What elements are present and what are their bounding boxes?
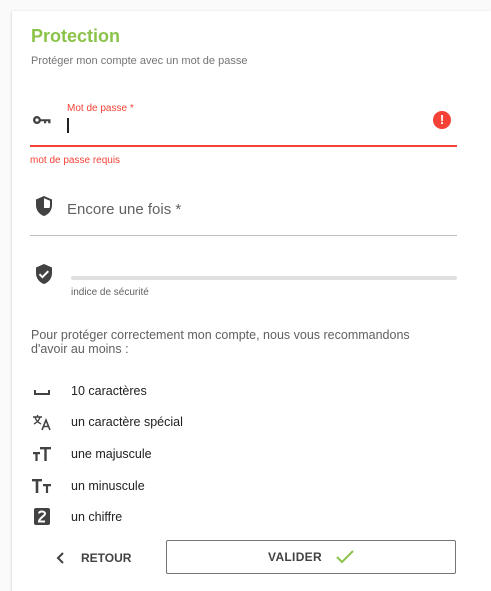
shield-icon [36,196,52,216]
text-cursor [67,118,69,133]
password-label: Mot de passe * [67,103,134,114]
space-bar-icon [34,390,50,395]
requirement-item: un chiffre [31,507,431,527]
requirement-text: un chiffre [71,510,123,524]
back-button[interactable]: RETOUR [54,546,144,570]
strength-meter [71,276,457,280]
password-input[interactable] [64,117,427,135]
requirement-item: une majuscule [31,444,431,464]
protection-card [12,11,491,591]
back-button-label: RETOUR [81,551,132,565]
error-icon: ! [433,111,451,129]
translate-icon [33,415,51,431]
recommendation-text: Pour protéger correctement mon compte, n… [31,328,410,356]
submit-button[interactable]: VALIDER [166,540,456,574]
requirement-item: un minuscule [31,476,431,496]
strength-label: indice de sécurité [71,287,149,298]
password-underline [30,145,457,147]
confirm-underline [30,235,457,236]
check-icon [336,550,354,564]
section-subtitle: Protéger mon compte avec un mot de passe [31,55,248,67]
requirement-item: 10 caractères [31,381,431,401]
format-size-icon [33,447,51,461]
requirement-text: une majuscule [71,447,152,461]
numeric-2-box-icon [34,508,50,525]
key-icon [32,115,51,124]
requirement-item: un caractère spécial [31,412,431,432]
confirm-password-input[interactable] [64,196,454,226]
password-error-message: mot de passe requis [30,155,121,166]
requirement-text: 10 caractères [71,384,147,398]
submit-button-label: VALIDER [268,550,322,564]
shield-check-icon [36,264,52,284]
text-case-icon [32,479,51,493]
requirement-text: un caractère spécial [71,415,183,429]
requirement-text: un minuscule [71,479,145,493]
chevron-left-icon [56,552,64,564]
section-title: Protection [31,26,121,46]
